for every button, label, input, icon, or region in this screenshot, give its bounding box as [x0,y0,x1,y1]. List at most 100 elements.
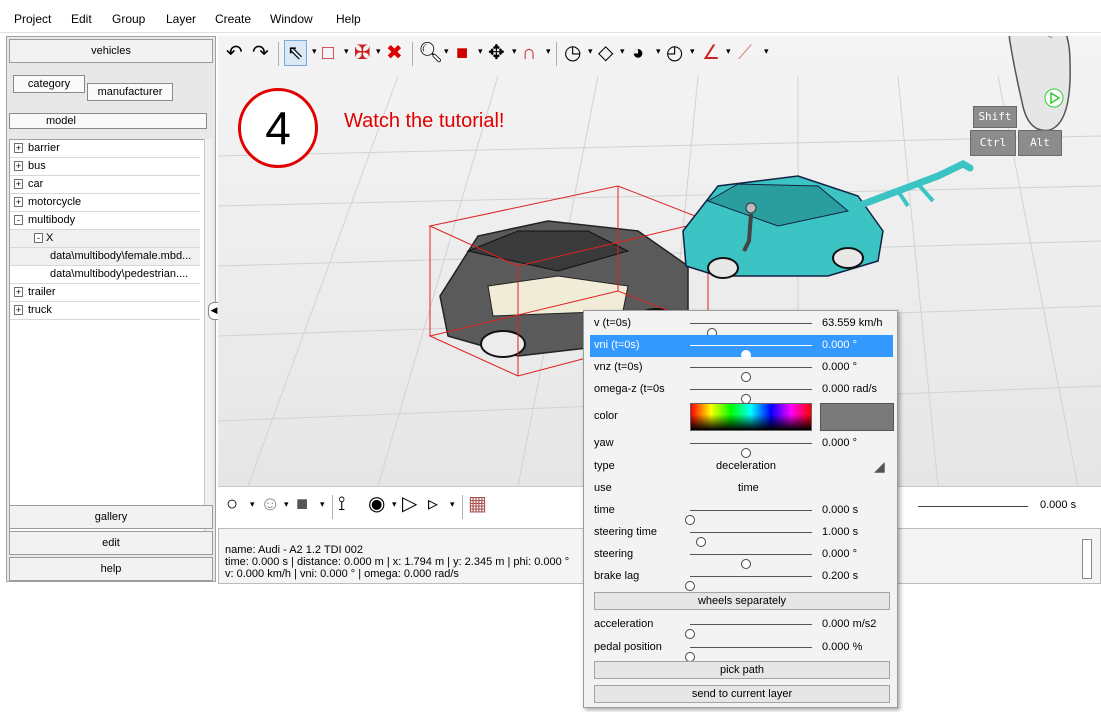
gauge-icon[interactable]: ◷ [564,40,581,66]
omega-slider[interactable] [690,389,812,404]
wheels-separately-button[interactable]: wheels separately [594,592,890,610]
expand-icon[interactable]: + [14,179,23,189]
send-to-current-layer-button[interactable]: send to current layer [594,685,890,703]
tutorial-text[interactable]: Watch the tutorial! [344,110,504,133]
expand-icon[interactable]: + [14,161,23,171]
row-use: use time [594,482,759,494]
vehicle-library-panel: vehicles category manufacturer model + ba… [6,36,216,582]
expand-icon[interactable]: + [14,143,23,153]
shift-key: Shift [973,106,1017,128]
color-square-icon[interactable]: ■ [296,491,308,517]
menu-edit[interactable]: Edit [71,12,92,26]
brake-lag-slider[interactable] [685,576,812,591]
yaw-slider[interactable] [690,443,812,458]
plane-icon[interactable]: ◇ [598,40,613,66]
collapse-icon[interactable]: - [14,215,23,225]
menu-window[interactable]: Window [270,12,313,26]
collapse-icon[interactable]: - [34,233,43,243]
edit-button[interactable]: edit [9,531,213,555]
row-pedal-position: pedal position 0.000 % [590,637,893,662]
delete-icon[interactable]: ✖ [386,40,403,66]
steering-time-slider[interactable] [690,532,812,547]
graph-icon[interactable]: ⟟ [338,491,345,517]
tree-item-multibody[interactable]: - multibody [10,212,200,230]
status-name: name: Audi - A2 1.2 TDI 002 [225,544,363,556]
dial-icon[interactable]: ◴ [666,40,683,66]
tab-manufacturer[interactable]: manufacturer [87,83,173,101]
row-steering-time: steering time 1.000 s [590,522,893,547]
ruler-tool-icon[interactable]: ⟋ [738,40,752,66]
steering-slider[interactable] [690,554,812,569]
zoom-icon[interactable]: 🔍︎ [418,40,443,66]
menu-create[interactable]: Create [215,12,251,26]
cross-tool-icon[interactable]: ✠ [354,40,371,66]
tree-item-pedestrian[interactable]: data\multibody\pedestrian.... [10,266,200,284]
measure-icon[interactable]: ∠ [702,40,720,66]
circle-gauge-icon[interactable]: ◕ [632,40,644,66]
status-scrollbar[interactable] [1082,539,1092,579]
tree-item-barrier[interactable]: + barrier [10,140,200,158]
help-button[interactable]: help [9,557,213,581]
vni-slider[interactable] [690,345,812,360]
redo-icon[interactable]: ↷ [252,40,269,66]
menu-help[interactable]: Help [336,12,361,26]
undo-icon[interactable]: ↶ [226,40,243,66]
tab-category[interactable]: category [13,75,85,93]
select-arrow-icon[interactable]: ⇖ [284,40,307,66]
move-icon[interactable]: ✥ [488,40,505,66]
tree-item-motorcycle[interactable]: + motorcycle [10,194,200,212]
tutorial-step-circle: 4 [238,88,318,168]
time-slider-track[interactable] [918,506,1028,507]
vehicles-button[interactable]: vehicles [9,39,213,63]
menu-project[interactable]: Project [14,12,51,26]
slider-knob[interactable] [685,581,695,591]
vnz-slider[interactable] [690,367,812,382]
row-vnz: vnz (t=0s) 0.000 ° [590,357,893,382]
expand-icon[interactable]: + [14,305,23,315]
pick-path-button[interactable]: pick path [594,661,890,679]
head-icon[interactable]: ☺ [260,491,280,517]
menu-bar: Project Edit Group Layer Create Window H… [0,8,1101,33]
falling-pedestrian[interactable] [854,160,974,210]
corner-triangle-icon[interactable]: ◢ [874,458,885,475]
cube-icon[interactable]: ■ [456,40,468,66]
menu-layer[interactable]: Layer [166,12,196,26]
toolbar-separator [412,42,413,66]
camera-icon[interactable]: ◉ [368,491,385,517]
row-acceleration: acceleration 0.000 m/s2 [590,614,893,639]
time-slider[interactable] [685,510,812,525]
color-picker[interactable] [690,403,812,431]
tree-item-x[interactable]: -X [10,230,200,248]
expand-icon[interactable]: + [14,197,23,207]
column-header-model[interactable]: model [9,113,207,129]
tree-item-bus[interactable]: + bus [10,158,200,176]
type-value[interactable]: deceleration [716,460,776,472]
acceleration-slider[interactable] [685,624,812,639]
expand-icon[interactable]: + [14,287,23,297]
v-slider[interactable] [690,323,812,338]
row-vni[interactable]: vni (t=0s) 0.000 ° [590,335,893,360]
pedal-slider[interactable] [685,647,812,662]
color-swatch[interactable] [820,403,894,431]
row-v: v (t=0s) 63.559 km/h [590,313,893,338]
toolbar-separator [332,495,333,519]
tree-item-trailer[interactable]: + trailer [10,284,200,302]
gallery-button[interactable]: gallery [9,505,213,529]
tree-item-female[interactable]: data\multibody\female.mbd... [10,248,200,266]
status-position: time: 0.000 s | distance: 0.000 m | x: 1… [225,556,570,568]
tree-scrollbar[interactable] [204,139,213,537]
magnet-icon[interactable]: ∩ [522,40,536,66]
row-omega: omega-z (t=0s 0.000 rad/s [590,379,893,404]
alt-key: Alt [1018,130,1062,156]
menu-group[interactable]: Group [112,12,145,26]
toolbar-separator [556,42,557,66]
step-icon[interactable]: ▹ [428,491,438,517]
use-value[interactable]: time [738,482,759,494]
tree-item-car[interactable]: + car [10,176,200,194]
main-toolbar: ↶ ↷ ⇖ ▾ □ ▾ ✠ ▾ ✖ 🔍︎ ▾ ■ ▾ ✥ ▾ ∩ ▾ ◷ ▾ ◇ ▾ ◕ ▾ ◴ ▾ … [226,40,769,66]
tree-item-truck[interactable]: + truck [10,302,200,320]
chart-icon[interactable]: ▦ [468,491,487,517]
circle-icon[interactable]: ○ [226,491,238,517]
play-icon[interactable]: ▷ [402,491,417,517]
rectangle-select-icon[interactable]: □ [322,40,334,66]
